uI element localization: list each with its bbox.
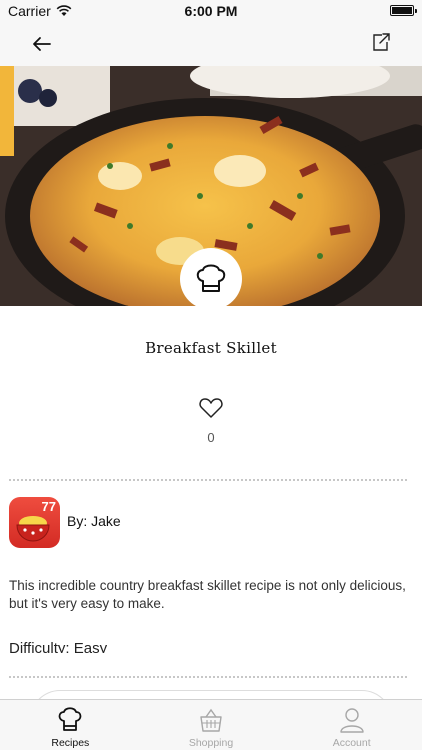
recipe-description: This incredible country breakfast skille…: [9, 578, 406, 611]
recipe-title: Breakfast Skillet: [145, 339, 277, 357]
chef-hat-icon: [58, 707, 82, 731]
status-time: 6:00 PM: [184, 3, 238, 19]
author-name[interactable]: By: Jake: [67, 513, 121, 529]
tab-account[interactable]: Account: [281, 700, 422, 750]
divider: [9, 479, 407, 481]
chef-hat-icon: [196, 264, 226, 292]
tab-label: Shopping: [188, 737, 234, 749]
difficulty-label: Difficulty: Easy: [9, 640, 108, 653]
battery-icon: [390, 5, 417, 16]
tab-bar: Recipes Shopping Account: [0, 699, 422, 750]
bowl-icon: [16, 516, 50, 542]
tab-label: Account: [332, 737, 371, 749]
navigation-bar: [0, 22, 422, 66]
arrow-left-icon[interactable]: [28, 30, 56, 58]
basket-icon: [200, 708, 222, 732]
like-count: 0: [207, 430, 215, 445]
divider: [9, 676, 407, 678]
author-avatar[interactable]: 77: [9, 497, 60, 548]
heart-icon[interactable]: [198, 396, 224, 420]
tab-label: Recipes: [51, 737, 90, 749]
tab-shopping[interactable]: Shopping: [141, 700, 282, 750]
tab-recipes[interactable]: Recipes: [0, 700, 141, 750]
status-bar: Carrier 6:00 PM: [0, 0, 422, 22]
share-icon[interactable]: [370, 30, 392, 54]
user-icon: [339, 708, 364, 733]
chef-badge: [180, 248, 242, 310]
